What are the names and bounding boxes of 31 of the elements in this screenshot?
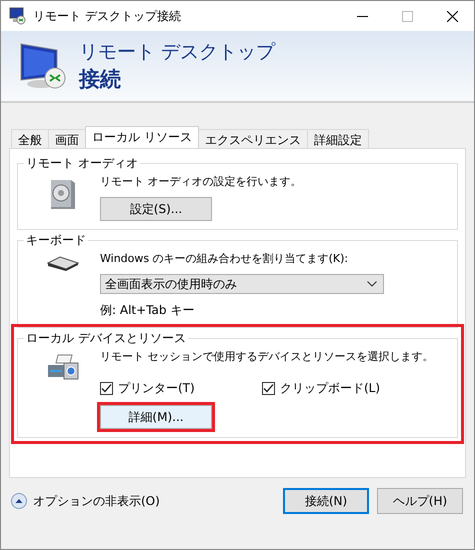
monitor-icon <box>9 7 27 25</box>
tab[interactable]: エクスペリエンス <box>198 129 308 148</box>
chevron-down-icon <box>367 281 377 287</box>
tab[interactable]: 詳細設定 <box>306 129 369 148</box>
checkbox-box[interactable] <box>262 382 275 395</box>
dropdown[interactable]: 全画面表示の使用時のみ <box>100 274 384 294</box>
checkbox[interactable]: プリンター(T) <box>100 380 262 397</box>
window-title: リモート デスクトップ接続 <box>33 8 181 24</box>
group-title: キーボード <box>25 232 87 249</box>
hide-options-link[interactable]: オプションの非表示(O) <box>11 492 160 510</box>
collapse-icon <box>11 493 27 509</box>
details-button[interactable]: 詳細(M)... <box>100 405 212 429</box>
header-title: リモート デスクトップ <box>79 40 276 65</box>
dialog-button[interactable]: 接続(N) <box>283 488 369 514</box>
speaker-icon <box>48 178 78 210</box>
checkbox-box[interactable] <box>100 382 113 395</box>
settings-button[interactable]: 設定(S)... <box>100 197 212 221</box>
checkbox[interactable]: クリップボード(L) <box>262 380 424 397</box>
tab[interactable]: ローカル リソース <box>85 126 199 148</box>
keyboard-icon <box>46 255 80 271</box>
tab[interactable]: 全般 <box>11 129 49 148</box>
dialog-button[interactable]: ヘルプ(H) <box>377 488 463 514</box>
close-icon[interactable] <box>447 10 458 22</box>
description-text: リモート セッションで使用するデバイスとリソースを選択します。 <box>100 349 434 364</box>
group-title: リモート オーディオ <box>25 155 139 172</box>
description-text: Windows のキーの組み合わせを割り当てます(K): <box>100 251 348 266</box>
example-text: 例: Alt+Tab キー <box>100 302 194 319</box>
description-text: リモート オーディオの設定を行います。 <box>100 174 302 189</box>
group-title: ローカル デバイスとリソース <box>25 330 187 347</box>
header-subtitle: 接続 <box>79 66 122 93</box>
tab[interactable]: 画面 <box>48 129 86 148</box>
